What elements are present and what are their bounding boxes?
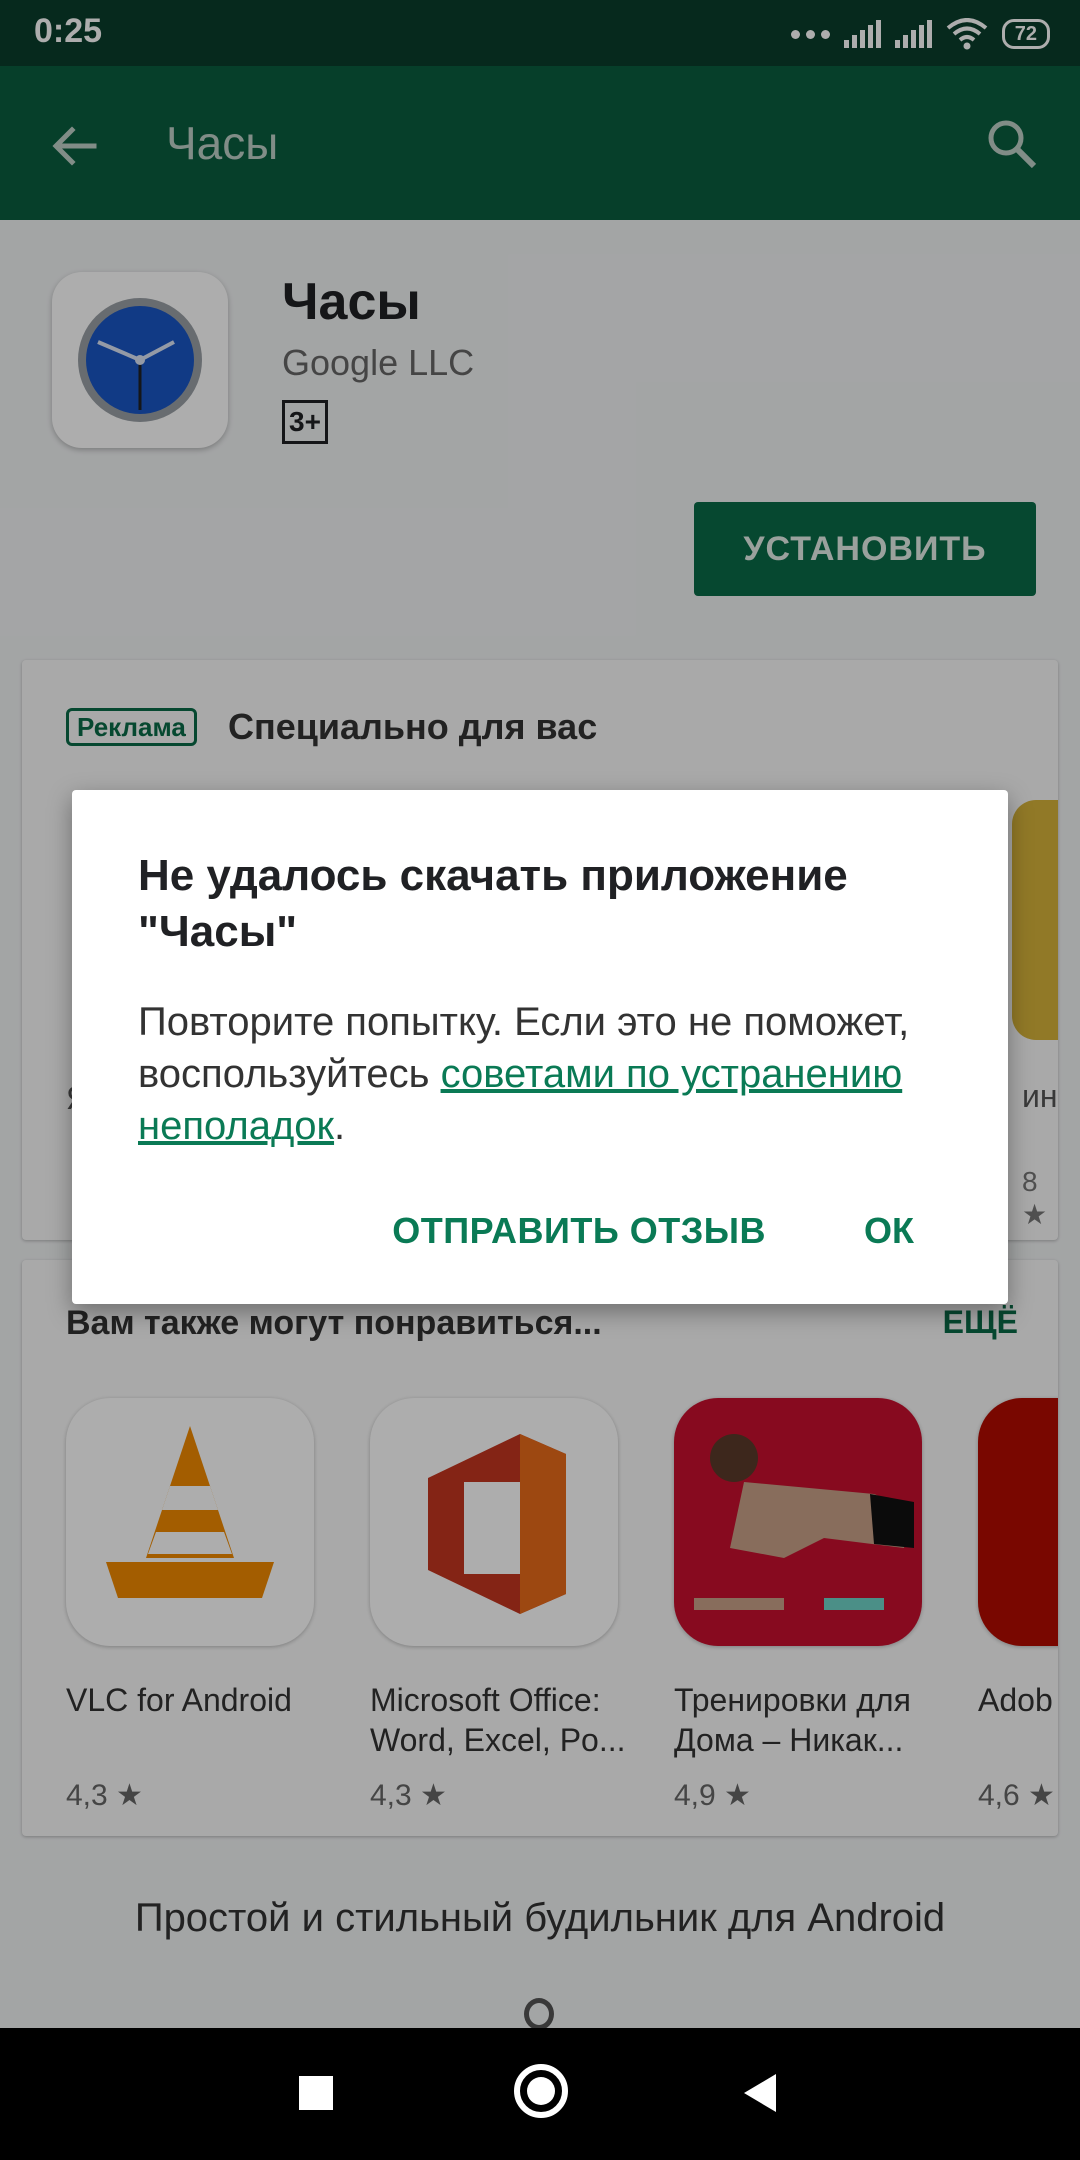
send-feedback-button[interactable]: ОТПРАВИТЬ ОТЗЫВ — [392, 1210, 766, 1252]
home-icon[interactable] — [514, 2064, 568, 2118]
ok-button[interactable]: ОК — [864, 1210, 914, 1252]
download-error-dialog: Не удалось скачать приложение "Часы" Пов… — [72, 790, 1008, 1304]
dialog-message-end: . — [334, 1104, 346, 1148]
recents-icon[interactable] — [299, 2076, 333, 2110]
dialog-title: Не удалось скачать приложение "Часы" — [138, 851, 848, 956]
system-nav-bar — [0, 2028, 1080, 2160]
back-triangle-icon[interactable] — [744, 2074, 776, 2112]
dialog-message: Повторите попытку. Если это не поможет, … — [138, 996, 958, 1152]
